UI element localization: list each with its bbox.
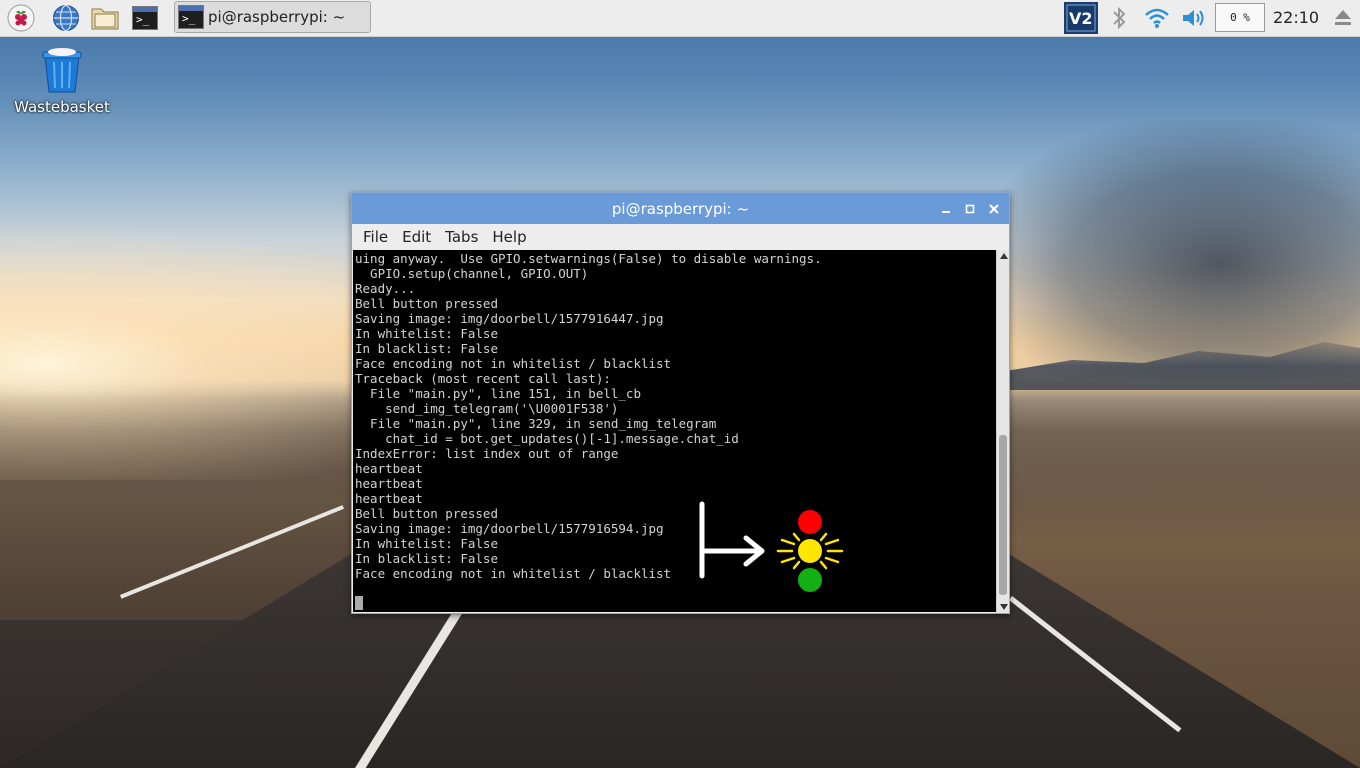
terminal-line: Traceback (most recent call last):: [355, 371, 611, 386]
terminal-line: IndexError: list index out of range: [355, 446, 619, 461]
terminal-output[interactable]: uing anyway. Use GPIO.setwarnings(False)…: [353, 250, 996, 612]
terminal-line: File "main.py", line 329, in send_img_te…: [355, 416, 717, 431]
green-light: [798, 568, 822, 592]
yellow-light: [798, 539, 822, 563]
terminal-launcher-icon[interactable]: >_: [130, 3, 160, 33]
menu-tabs[interactable]: Tabs: [442, 228, 481, 246]
web-browser-icon[interactable]: [51, 3, 81, 33]
terminal-line: Saving image: img/doorbell/1577916447.jp…: [355, 311, 664, 326]
terminal-line: In whitelist: False: [355, 326, 498, 341]
wastebasket-desktop-icon[interactable]: Wastebasket: [14, 44, 110, 124]
eject-icon[interactable]: [1328, 3, 1358, 33]
terminal-scrollbar[interactable]: [996, 250, 1009, 613]
terminal-line: Saving image: img/doorbell/1577916594.jp…: [355, 521, 664, 536]
volume-icon[interactable]: [1179, 3, 1209, 33]
storm-clouds: [980, 120, 1360, 380]
title-bar[interactable]: pi@raspberrypi: ~: [352, 193, 1009, 224]
minimize-icon[interactable]: [936, 199, 956, 219]
cpu-usage-monitor[interactable]: 0 %: [1215, 3, 1265, 32]
task-title: pi@raspberrypi: ~: [208, 8, 346, 26]
scroll-up-arrow-icon[interactable]: [1000, 253, 1008, 259]
wifi-icon[interactable]: [1142, 3, 1172, 33]
close-icon[interactable]: [984, 199, 1004, 219]
terminal-line: send_img_telegram('\U0001F538'): [355, 401, 619, 416]
vnc-icon[interactable]: V2: [1064, 2, 1098, 34]
window-title: pi@raspberrypi: ~: [611, 199, 750, 218]
menu-bar: File Edit Tabs Help: [352, 224, 1009, 250]
terminal-line: heartbeat: [355, 476, 423, 491]
terminal-line: Face encoding not in whitelist / blackli…: [355, 356, 672, 371]
wastebasket-label: Wastebasket: [14, 98, 110, 116]
terminal-line: In blacklist: False: [355, 341, 498, 356]
traffic-light-icon: [776, 510, 844, 592]
terminal-line: In blacklist: False: [355, 551, 498, 566]
taskbar: >_ >_ pi@raspberrypi: ~ V2 0 % 22:10: [0, 0, 1360, 37]
bluetooth-icon[interactable]: [1104, 3, 1134, 33]
terminal-line: heartbeat: [355, 491, 423, 506]
menu-help[interactable]: Help: [489, 228, 529, 246]
arrow-icon: [699, 501, 765, 579]
terminal-window: pi@raspberrypi: ~ File Edit Tabs Help ui…: [351, 192, 1010, 614]
terminal-line: chat_id = bot.get_updates()[-1].message.…: [355, 431, 739, 446]
terminal-line: In whitelist: False: [355, 536, 498, 551]
terminal-line: Ready...: [355, 281, 416, 296]
maximize-icon[interactable]: [960, 199, 980, 219]
terminal-line: uing anyway. Use GPIO.setwarnings(False)…: [355, 251, 822, 266]
taskbar-terminal-task[interactable]: >_ pi@raspberrypi: ~: [174, 1, 371, 33]
terminal-line: Bell button pressed: [355, 506, 498, 521]
scrollbar-thumb[interactable]: [999, 435, 1007, 595]
svg-text:V2: V2: [1069, 9, 1093, 28]
terminal-line: File "main.py", line 151, in bell_cb: [355, 386, 641, 401]
menu-file[interactable]: File: [360, 228, 391, 246]
scroll-down-arrow-icon[interactable]: [1000, 604, 1008, 610]
terminal-line: Bell button pressed: [355, 296, 498, 311]
raspberry-menu-icon[interactable]: [6, 3, 36, 33]
red-light: [798, 510, 822, 534]
clock[interactable]: 22:10: [1273, 0, 1319, 36]
terminal-cursor: [355, 596, 363, 610]
menu-edit[interactable]: Edit: [399, 228, 434, 246]
traffic-light-overlay: [699, 501, 844, 592]
terminal-line: Face encoding not in whitelist / blackli…: [355, 566, 672, 581]
trash-icon: [41, 48, 83, 94]
terminal-icon: >_: [178, 5, 204, 29]
file-manager-icon[interactable]: [90, 3, 120, 33]
terminal-line: heartbeat: [355, 461, 423, 476]
terminal-line: GPIO.setup(channel, GPIO.OUT): [355, 266, 589, 281]
